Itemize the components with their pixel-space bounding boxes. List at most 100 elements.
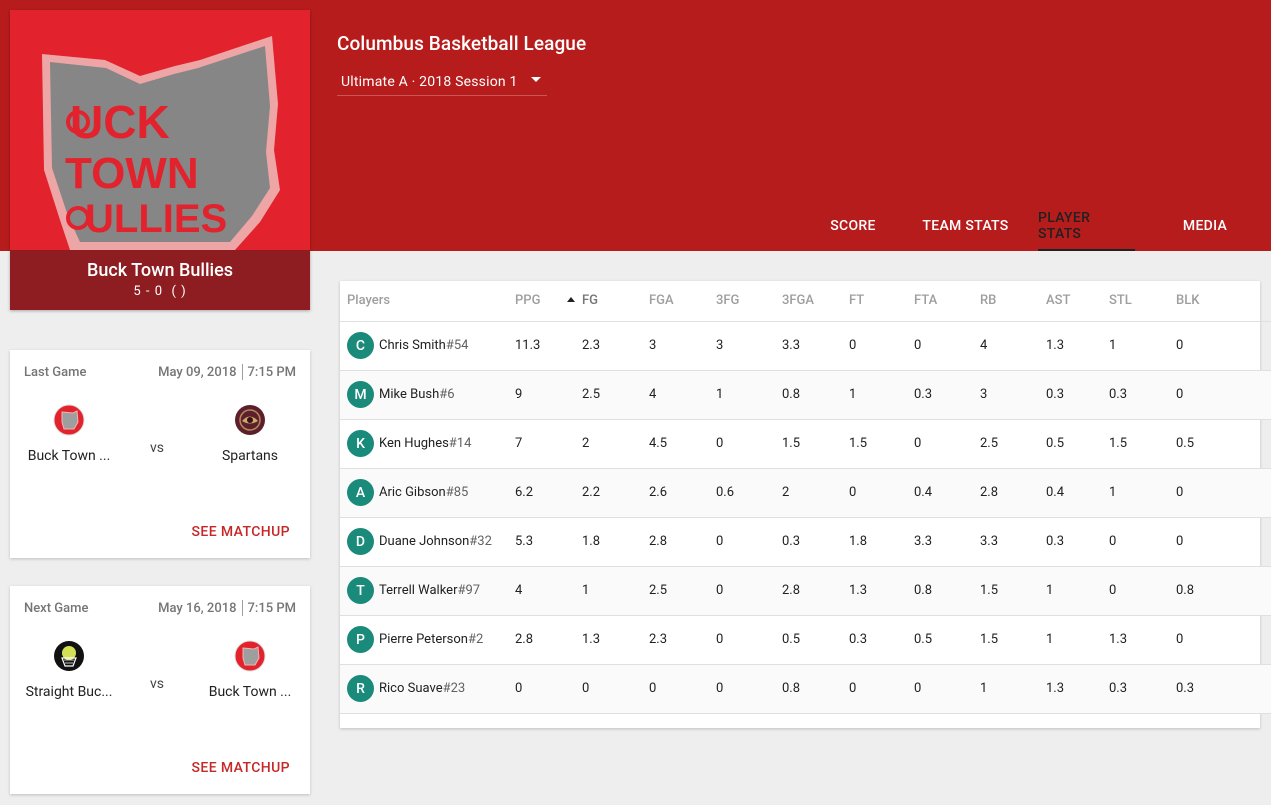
stat-cell-fg: 2.2 bbox=[582, 468, 649, 518]
stat-cell-ppg: 0 bbox=[515, 664, 582, 714]
table-row[interactable]: A Aric Gibson #85 6.2 2.2 2.6 0.6 2 0 0.4 2.8 0.4 1 0 bbox=[340, 468, 1271, 518]
divider bbox=[241, 364, 243, 380]
player-info[interactable]: K Ken Hughes #14 bbox=[340, 430, 515, 457]
table-header-row: Players PPG FG FGA 3FG 3FGA FT FTA RB AST STL BLK bbox=[340, 281, 1271, 322]
column-header-ast[interactable]: AST bbox=[1046, 281, 1109, 322]
stat-cell-fga: 2.8 bbox=[649, 517, 716, 567]
straight-buckets-logo-icon bbox=[54, 641, 84, 671]
vs-label: vs bbox=[150, 676, 165, 692]
next-game-away-team[interactable]: Buck Town ... bbox=[195, 640, 305, 700]
column-header-label: FT bbox=[849, 293, 865, 309]
session-dropdown[interactable]: Ultimate A · 2018 Session 1 bbox=[337, 68, 547, 96]
stat-cell-ppg: 5.3 bbox=[515, 517, 582, 567]
stat-cell-stl: 0.3 bbox=[1109, 370, 1176, 420]
player-info[interactable]: R Rico Suave #23 bbox=[340, 675, 515, 702]
stat-cell-blk: 0.3 bbox=[1176, 664, 1271, 714]
stat-cell-fg: 2.3 bbox=[582, 321, 649, 371]
column-header-label: FG bbox=[582, 293, 599, 309]
column-header-blk[interactable]: BLK bbox=[1176, 281, 1271, 322]
next-game-home-name: Straight Buc... bbox=[25, 684, 113, 700]
table-row[interactable]: T Terrell Walker #97 4 1 2.5 0 2.8 1.3 0.8 1.5 1 0 0.… bbox=[340, 566, 1271, 616]
player-info[interactable]: A Aric Gibson #85 bbox=[340, 479, 515, 506]
spartans-logo-icon bbox=[235, 405, 265, 435]
stat-cell-3fg: 1 bbox=[716, 370, 782, 420]
stat-cell-ft: 0 bbox=[849, 468, 914, 518]
player-cell: A Aric Gibson #85 bbox=[340, 468, 515, 518]
column-header-3fg[interactable]: 3FG bbox=[716, 281, 782, 322]
last-game-see-matchup-button[interactable]: SEE MATCHUP bbox=[192, 524, 290, 540]
tab-team-stats[interactable]: TEAM STATS bbox=[893, 200, 1038, 251]
stat-cell-ast: 1.3 bbox=[1046, 321, 1109, 371]
vs-label: vs bbox=[150, 440, 165, 456]
next-game-header: Next Game May 16, 2018 7:15 PM bbox=[10, 586, 310, 630]
column-header-ft[interactable]: FT bbox=[849, 281, 914, 322]
player-info[interactable]: D Duane Johnson #32 bbox=[340, 528, 515, 555]
stat-cell-ft: 1.3 bbox=[849, 566, 914, 616]
player-info[interactable]: T Terrell Walker #97 bbox=[340, 577, 515, 604]
stat-cell-ft: 0 bbox=[849, 321, 914, 371]
stat-cell-ft: 1.8 bbox=[849, 517, 914, 567]
column-header-label: BLK bbox=[1176, 293, 1200, 309]
stat-cell-rb: 1 bbox=[980, 664, 1046, 714]
stat-cell-fg: 2 bbox=[582, 419, 649, 469]
team-footer: Buck Town Bullies 5 - 0 ( ) bbox=[10, 250, 310, 310]
stat-cell-fg: 0 bbox=[582, 664, 649, 714]
player-number: #32 bbox=[469, 534, 492, 549]
stat-cell-stl: 1 bbox=[1109, 468, 1176, 518]
table-body: C Chris Smith #54 11.3 2.3 3 3 3.3 0 0 4 1.3 1 0 M Mike… bbox=[340, 321, 1271, 714]
team-record: 5 - 0 ( ) bbox=[10, 284, 310, 299]
player-info[interactable]: M Mike Bush #6 bbox=[340, 381, 515, 408]
stat-cell-ast: 0.3 bbox=[1046, 517, 1109, 567]
column-header-rb[interactable]: RB bbox=[980, 281, 1046, 322]
last-game-home-team[interactable]: Buck Town ... bbox=[14, 404, 124, 464]
column-header-players[interactable]: Players bbox=[340, 281, 515, 322]
stat-cell-3fga: 0.5 bbox=[782, 615, 849, 665]
column-header-3fga[interactable]: 3FGA bbox=[782, 281, 849, 322]
next-game-card: Next Game May 16, 2018 7:15 PM Straight … bbox=[10, 586, 310, 794]
last-game-away-name: Spartans bbox=[221, 448, 279, 464]
player-info[interactable]: P Pierre Peterson #2 bbox=[340, 626, 515, 653]
player-name: Rico Suave bbox=[379, 681, 443, 696]
stat-cell-fga: 4.5 bbox=[649, 419, 716, 469]
team-logo: UCK TOWN ULLIES bbox=[42, 36, 280, 250]
next-game-see-matchup-button[interactable]: SEE MATCHUP bbox=[192, 760, 290, 776]
last-game-away-team[interactable]: Spartans bbox=[195, 404, 305, 464]
player-info[interactable]: C Chris Smith #54 bbox=[340, 332, 515, 359]
player-cell: M Mike Bush #6 bbox=[340, 370, 515, 420]
player-name: Ken Hughes bbox=[379, 436, 449, 451]
column-header-stl[interactable]: STL bbox=[1109, 281, 1176, 322]
tab-score[interactable]: SCORE bbox=[813, 200, 893, 251]
stat-cell-3fga: 3.3 bbox=[782, 321, 849, 371]
tab-bar: SCORE TEAM STATS PLAYER STATS MEDIA bbox=[813, 200, 1271, 251]
column-header-label: FTA bbox=[914, 293, 938, 309]
next-game-home-team[interactable]: Straight Buc... bbox=[14, 640, 124, 700]
team-record-extra: ( ) bbox=[171, 284, 187, 299]
stat-cell-fg: 2.5 bbox=[582, 370, 649, 420]
table-row[interactable]: D Duane Johnson #32 5.3 1.8 2.8 0 0.3 1.8 3.3 3.3 0… bbox=[340, 517, 1271, 567]
tab-player-stats[interactable]: PLAYER STATS bbox=[1038, 200, 1135, 251]
table-row[interactable]: M Mike Bush #6 9 2.5 4 1 0.8 1 0.3 3 0.3 0.3 0 bbox=[340, 370, 1271, 420]
column-header-fta[interactable]: FTA bbox=[914, 281, 980, 322]
player-number: #14 bbox=[448, 436, 472, 451]
player-avatar: K bbox=[347, 430, 374, 457]
last-game-home-name: Buck Town ... bbox=[27, 448, 111, 464]
stat-cell-3fg: 3 bbox=[716, 321, 782, 371]
column-header-fga[interactable]: FGA bbox=[649, 281, 716, 322]
stat-cell-stl: 1.5 bbox=[1109, 419, 1176, 469]
tab-media[interactable]: MEDIA bbox=[1135, 200, 1271, 251]
table-row[interactable]: R Rico Suave #23 0 0 0 0 0.8 0 0 1 1.3 0.3 0.3 bbox=[340, 664, 1271, 714]
player-name: Chris Smith bbox=[379, 338, 446, 353]
stat-cell-3fg: 0 bbox=[716, 419, 782, 469]
last-game-date: May 09, 2018 bbox=[158, 364, 237, 380]
table-row[interactable]: P Pierre Peterson #2 2.8 1.3 2.3 0 0.5 0.3 0.5 1.5… bbox=[340, 615, 1271, 665]
player-number: #23 bbox=[442, 681, 466, 696]
stat-cell-ft: 0 bbox=[849, 664, 914, 714]
table-row[interactable]: K Ken Hughes #14 7 2 4.5 0 1.5 1.5 0 2.5 0.5 1.5 0.5 bbox=[340, 419, 1271, 469]
player-avatar: P bbox=[347, 626, 374, 653]
stat-cell-3fga: 2.8 bbox=[782, 566, 849, 616]
stat-cell-rb: 2.8 bbox=[980, 468, 1046, 518]
stat-cell-fta: 0.4 bbox=[914, 468, 980, 518]
table-row[interactable]: C Chris Smith #54 11.3 2.3 3 3 3.3 0 0 4 1.3 1 0 bbox=[340, 321, 1271, 371]
column-header-label: RB bbox=[980, 293, 997, 309]
column-header-fg[interactable]: FG bbox=[567, 281, 649, 322]
